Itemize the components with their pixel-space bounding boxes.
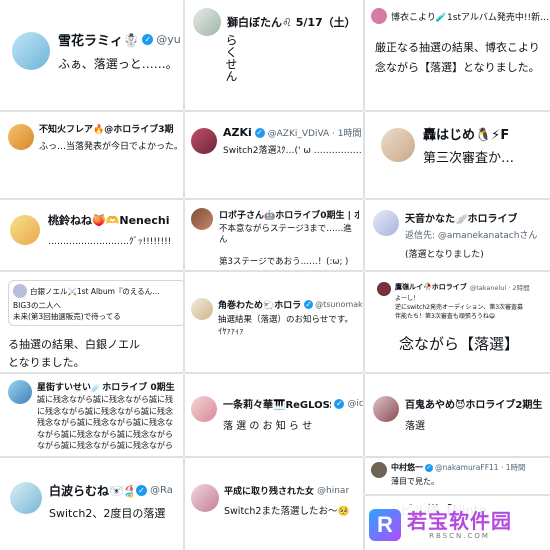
author-name[interactable]: 白波らむね🐻‍❄️🏖️	[49, 482, 133, 499]
post-text: 第三次審査か…	[423, 151, 515, 166]
reply-to[interactable]: 返信先: @amanekanatachさん	[405, 228, 550, 241]
author-name[interactable]: 平成に取り残された女	[224, 484, 314, 497]
author-name[interactable]: 角巻わため🐑ホロライブ	[218, 298, 302, 311]
author-handle: @ic	[347, 398, 363, 409]
author-name[interactable]: 博衣こより🧪1stアルバム発売中!!新…	[391, 10, 549, 23]
watermark: R 若宝软件园 RBSCN.COM	[365, 505, 550, 550]
author-handle: @yu	[156, 33, 181, 46]
post-card[interactable]: 鷹嶺ルイ🥀ホロライブ @takaneluí · 2時間 よーし！ 逆にswitch…	[365, 272, 550, 372]
watermark-url: RBSCN.COM	[429, 532, 490, 540]
post-card[interactable]: ロボ子さん🤖ホロライブ0期生 | ホ 不本意ながらステージ3まで……進ん 第3ス…	[185, 200, 363, 270]
avatar[interactable]	[8, 124, 34, 150]
post-card[interactable]: 天音かなた🪽ホロライブ 返信先: @amanekanatachさん (落選となり…	[365, 200, 550, 270]
author-handle: @tsunomakiw	[315, 300, 362, 309]
post-card[interactable]: 桃鈴ねね🍑🫶Nenechi ………………………ｸﾞｯ!!!!!!!!	[0, 200, 183, 270]
avatar[interactable]	[191, 208, 213, 230]
post-text: 落 選 の お 知 ら せ	[223, 421, 313, 432]
post-text: ………………………ｸﾞｯ!!!!!!!!	[48, 237, 172, 247]
post-text: (落選となりました)	[405, 250, 484, 260]
quoted-post[interactable]: 白銀ノエル⚔️1st Album『のえるん… BIG3の二人へ 未来(第3回抽選…	[8, 280, 183, 326]
verified-icon: ✓	[136, 485, 147, 496]
author-name[interactable]: ロボ子さん🤖ホロライブ0期生 | ホ	[219, 208, 359, 221]
verified-icon: ✓	[425, 463, 433, 472]
avatar[interactable]	[377, 282, 391, 296]
quote-text: 未来(第3回抽選販売)で待ってる	[13, 312, 121, 321]
post-text: る抽選の結果、白銀ノエル となりました。	[8, 338, 140, 369]
watermark-title: 若宝软件园	[407, 509, 512, 533]
author-name[interactable]: 不知火フレア🔥@ホロライブ3期	[39, 122, 179, 135]
post-text: 厳正なる抽選の結果、博衣こより 念ながら【落選】となりました。	[375, 41, 540, 74]
post-card[interactable]: 雪花ラミィ☃️ ✓ @yu ふぁ、落選っと……。	[0, 0, 183, 110]
post-card[interactable]: 一条莉々華🎹ReGLOSS ✓ @ic 落 選 の お 知 ら せ	[185, 374, 363, 456]
avatar[interactable]	[10, 482, 42, 514]
post-card[interactable]: AZKi ✓ @AZKi_VDiVA · 1時間 Switch2落選ｽｸ…(' ω …	[185, 112, 363, 198]
author-name[interactable]: 中村悠一	[391, 462, 423, 473]
post-text: 薄目で見た。	[391, 477, 439, 486]
post-card[interactable]: 轟はじめ🐧⚡F 第三次審査か…	[365, 112, 550, 198]
avatar[interactable]	[10, 214, 40, 245]
post-text: Switch2、2度目の落選	[49, 507, 166, 520]
quote-text: BIG3の二人へ	[13, 301, 61, 310]
post-text: よーし！ 逆にswitch2発売オーディション、第3次審査募 伴能たち！第3次審…	[395, 295, 524, 320]
author-name[interactable]: 一条莉々華🎹ReGLOSS	[223, 396, 331, 411]
post-text: Switch2落選ｽｸ…(' ω ………………	[223, 146, 361, 156]
post-card[interactable]: 白銀ノエル⚔️1st Album『のえるん… BIG3の二人へ 未来(第3回抽選…	[0, 272, 183, 372]
post-text: ふっ…当落発表が今日でよかった。	[39, 142, 179, 152]
author-name[interactable]: 天音かなた🪽ホロライブ	[405, 210, 517, 225]
avatar[interactable]	[191, 396, 217, 422]
author-handle: @AZKi_VDiVA · 1時間	[267, 129, 361, 139]
post-card[interactable]: 博衣こより🧪1stアルバム発売中!!新… 厳正なる抽選の結果、博衣こより 念なが…	[365, 0, 550, 110]
author-name[interactable]: AZKi	[223, 126, 252, 139]
author-name[interactable]: 雪花ラミィ☃️	[58, 30, 139, 49]
post-card[interactable]: 中村悠一 ✓ @nakamuraFF11 · 1時間 薄目で見た。	[365, 458, 550, 494]
author-handle: @Ra	[150, 485, 173, 496]
author-handle: @hinar	[317, 485, 350, 496]
post-card[interactable]: 百鬼あやめ😈ホロライブ2期生 落選	[365, 374, 550, 456]
avatar[interactable]	[191, 484, 219, 512]
avatar[interactable]	[371, 8, 387, 24]
avatar[interactable]	[381, 128, 415, 162]
author-name[interactable]: 轟はじめ🐧⚡F	[423, 124, 548, 143]
post-image-text: 念ながら【落選】	[399, 335, 520, 353]
avatar[interactable]	[371, 462, 387, 478]
post-text: Switch2また落選したお〜🥺	[224, 506, 350, 517]
avatar[interactable]	[373, 396, 399, 422]
post-text: らくせん	[224, 34, 238, 82]
author-handle: @takaneluí · 2時間	[469, 284, 530, 292]
avatar[interactable]	[191, 128, 217, 154]
verified-icon: ✓	[254, 127, 265, 138]
avatar[interactable]	[373, 210, 399, 236]
verified-icon: ✓	[334, 398, 345, 409]
author-handle: @nakamuraFF11 · 1時間	[435, 463, 526, 472]
post-card[interactable]: 獅白ぼたん♌ 5/17（土） らくせん	[185, 0, 363, 110]
post-text: 抽選結果（落選）のお知らせです。 ｲﾔｧｧｨｧ	[218, 315, 353, 337]
author-name[interactable]: 桃鈴ねね🍑🫶Nenechi	[48, 212, 183, 228]
author-name[interactable]: 百鬼あやめ😈ホロライブ2期生	[405, 396, 542, 411]
author-name[interactable]: 星街すいせい☄️ホロライブ 0期生	[37, 380, 183, 393]
verified-icon: ✓	[142, 34, 154, 45]
avatar[interactable]	[12, 32, 50, 70]
avatar[interactable]	[13, 284, 27, 298]
post-text: 誠に残念ながら誠に残念ながら誠に残 に残念ながら誠に残念ながら誠に残念 残念なが…	[37, 395, 173, 450]
avatar[interactable]	[191, 298, 213, 320]
verified-icon: ✓	[304, 299, 314, 309]
post-text: ふぁ、落選っと……。	[58, 57, 178, 71]
post-card[interactable]: 平成に取り残された女 @hinar Switch2また落選したお〜🥺	[185, 458, 363, 550]
post-text: 不本意ながらステージ3まで……進ん 第3ステージであおう……！(:ω; )	[219, 224, 352, 267]
author-name[interactable]: 獅白ぼたん♌ 5/17（土）	[227, 14, 356, 30]
avatar[interactable]	[193, 8, 221, 36]
avatar[interactable]	[8, 380, 32, 404]
post-text: 落選	[405, 421, 425, 432]
watermark-logo: R	[369, 509, 401, 541]
post-card[interactable]: 不知火フレア🔥@ホロライブ3期 ふっ…当落発表が今日でよかった。	[0, 112, 183, 198]
author-name[interactable]: 鷹嶺ルイ🥀ホロライブ	[395, 282, 467, 292]
author-name[interactable]: 白銀ノエル⚔️1st Album『のえるん…	[30, 286, 160, 297]
post-card[interactable]: 白波らむね🐻‍❄️🏖️ ✓ @Ra Switch2、2度目の落選	[0, 458, 183, 550]
post-card[interactable]: 星街すいせい☄️ホロライブ 0期生 誠に残念ながら誠に残念ながら誠に残 に残念な…	[0, 374, 183, 456]
post-card[interactable]: 角巻わため🐑ホロライブ✓@tsunomakiw 抽選結果（落選）のお知らせです。…	[185, 272, 363, 372]
